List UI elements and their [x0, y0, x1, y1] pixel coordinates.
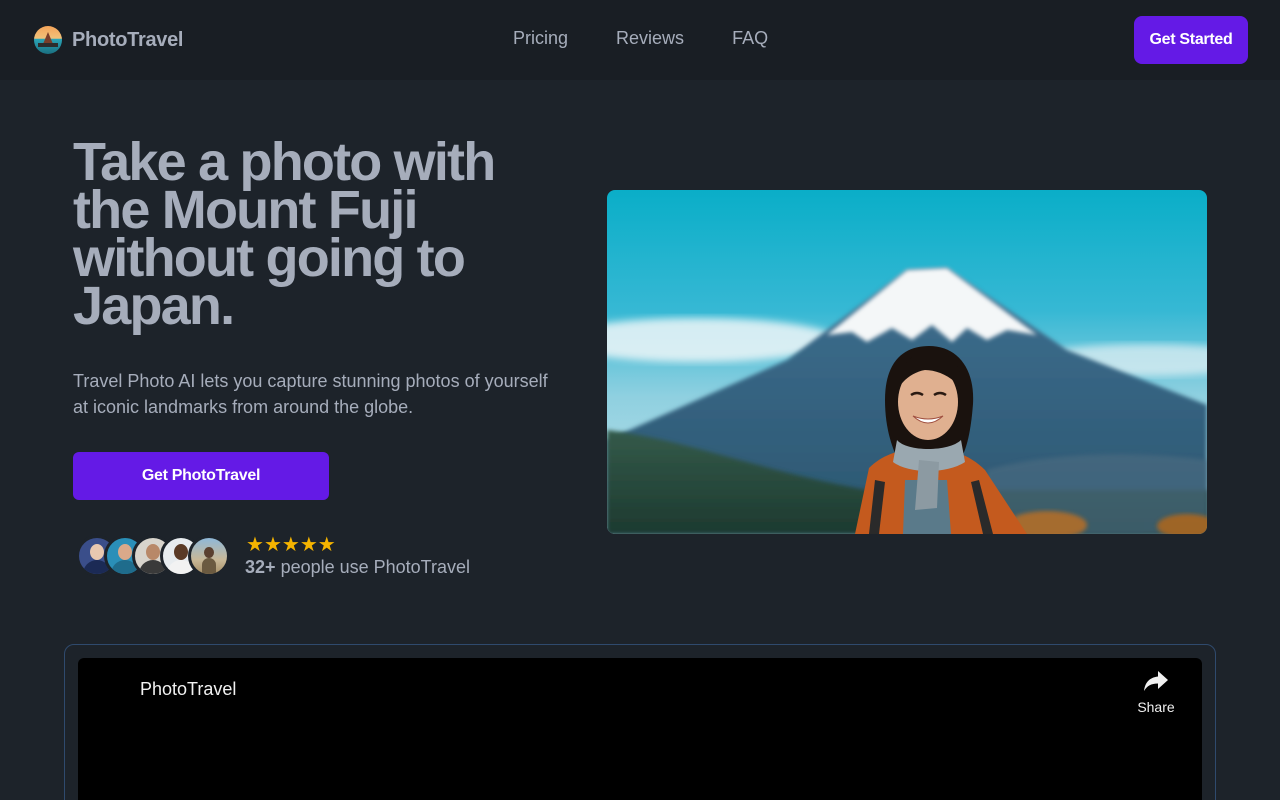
- video-player[interactable]: [78, 658, 1202, 800]
- star-icon: ★: [299, 534, 318, 556]
- star-icon: ★: [263, 534, 282, 556]
- logo-icon: [34, 26, 62, 54]
- nav-link-reviews[interactable]: Reviews: [616, 28, 684, 49]
- rating-stars: ★★★★★: [246, 532, 336, 557]
- nav-links: Pricing Reviews FAQ: [513, 28, 768, 49]
- brand-link[interactable]: PhotoTravel: [34, 24, 183, 56]
- video-title[interactable]: PhotoTravel: [140, 679, 236, 700]
- share-button[interactable]: Share: [1130, 670, 1182, 715]
- user-count: 32+: [245, 557, 276, 577]
- user-count-text: 32+ people use PhotoTravel: [245, 557, 470, 578]
- star-icon: ★: [281, 534, 300, 556]
- hero-subtext: Travel Photo AI lets you capture stunnin…: [73, 371, 548, 417]
- hero-image: [607, 190, 1207, 534]
- brand-name: PhotoTravel: [72, 28, 184, 51]
- share-icon: [1144, 671, 1168, 691]
- avatar: [188, 535, 230, 577]
- star-icon: ★: [246, 534, 264, 556]
- nav-link-pricing[interactable]: Pricing: [513, 28, 568, 49]
- star-icon: ★: [317, 534, 336, 556]
- get-phototravel-button[interactable]: Get PhotoTravel: [73, 452, 329, 500]
- share-label: Share: [1137, 699, 1175, 715]
- get-started-button[interactable]: Get Started: [1134, 16, 1248, 64]
- top-nav: PhotoTravel Pricing Reviews FAQ Get Star…: [0, 0, 1280, 80]
- user-count-label: people use PhotoTravel: [280, 557, 471, 577]
- mount-fuji-photo: [607, 190, 1207, 534]
- hero-headline: Take a photo with the Mount Fuji without…: [73, 132, 496, 336]
- nav-link-faq[interactable]: FAQ: [732, 28, 768, 49]
